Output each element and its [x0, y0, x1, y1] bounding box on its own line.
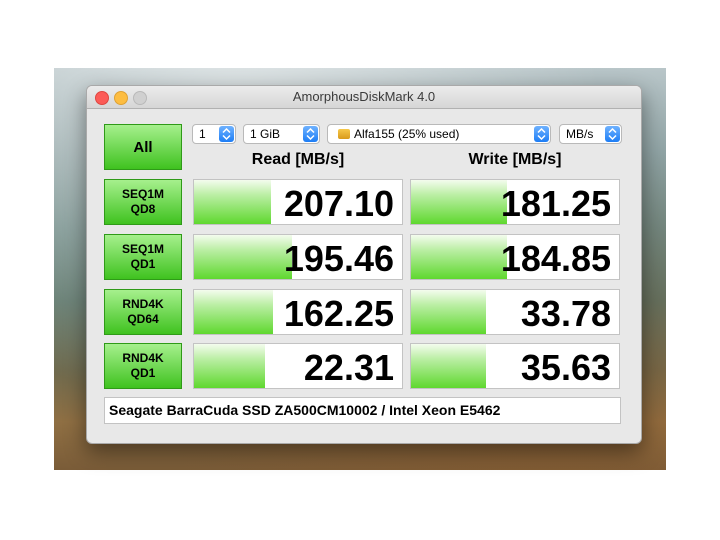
write-result-cell: 184.85: [410, 234, 620, 280]
test-name-line2: QD1: [130, 366, 156, 380]
test-size-value: 1 GiB: [250, 127, 281, 141]
write-result-cell: 35.63: [410, 343, 620, 389]
write-progress-bar: [411, 344, 486, 388]
read-progress-bar: [194, 344, 265, 388]
read-progress-bar: [194, 180, 271, 224]
test-count-select[interactable]: 1: [192, 124, 236, 144]
write-result-cell: 33.78: [410, 289, 620, 335]
write-progress-bar: [411, 235, 507, 279]
target-drive-select[interactable]: Alfa155 (25% used): [327, 124, 551, 144]
comment-text: Seagate BarraCuda SSD ZA500CM10002 / Int…: [109, 402, 501, 418]
read-result-cell: 22.31: [193, 343, 403, 389]
write-result-value: 35.63: [520, 347, 611, 388]
chevron-updown-icon: [605, 126, 620, 142]
test-name-line1: SEQ1M: [121, 242, 164, 256]
chevron-updown-icon: [534, 126, 549, 142]
write-result-cell: 181.25: [410, 179, 620, 225]
read-result-cell: 207.10: [193, 179, 403, 225]
write-result-value: 184.85: [500, 238, 611, 279]
test-button-seq1m-qd8[interactable]: SEQ1M QD8: [104, 179, 182, 225]
unit-value: MB/s: [566, 127, 594, 141]
test-name-line2: QD1: [130, 257, 156, 271]
test-name-line1: SEQ1M: [121, 187, 164, 201]
run-all-label: All: [133, 138, 153, 156]
test-button-rnd4k-qd64[interactable]: RND4K QD64: [104, 289, 182, 335]
title-bar[interactable]: AmorphousDiskMark 4.0: [87, 86, 641, 109]
chevron-updown-icon: [219, 126, 234, 142]
read-result-value: 162.25: [283, 293, 394, 334]
write-progress-bar: [411, 290, 486, 334]
read-progress-bar: [194, 235, 292, 279]
window-title: AmorphousDiskMark 4.0: [292, 89, 436, 104]
test-button-rnd4k-qd1[interactable]: RND4K QD1: [104, 343, 182, 389]
test-name-line1: RND4K: [122, 351, 164, 365]
test-count-value: 1: [199, 127, 206, 141]
unit-select[interactable]: MB/s: [559, 124, 622, 144]
test-name-line2: QD8: [130, 202, 156, 216]
read-result-value: 207.10: [283, 183, 394, 224]
test-size-select[interactable]: 1 GiB: [243, 124, 320, 144]
test-name-line2: QD64: [127, 312, 159, 326]
chevron-updown-icon: [303, 126, 318, 142]
run-all-button[interactable]: All: [104, 124, 182, 170]
test-button-seq1m-qd1[interactable]: SEQ1M QD1: [104, 234, 182, 280]
write-header: Write [MB/s]: [468, 151, 562, 168]
target-drive-value: Alfa155 (25% used): [354, 127, 460, 141]
comment-field[interactable]: Seagate BarraCuda SSD ZA500CM10002 / Int…: [104, 397, 621, 424]
drive-icon: [338, 129, 350, 139]
read-result-cell: 162.25: [193, 289, 403, 335]
test-name-line1: RND4K: [122, 297, 164, 311]
write-result-value: 33.78: [520, 293, 611, 334]
read-progress-bar: [194, 290, 274, 334]
read-result-cell: 195.46: [193, 234, 403, 280]
read-result-value: 195.46: [283, 238, 394, 279]
write-progress-bar: [411, 180, 507, 224]
read-header: Read [MB/s]: [251, 151, 345, 168]
write-result-value: 181.25: [500, 183, 611, 224]
read-result-value: 22.31: [303, 347, 394, 388]
